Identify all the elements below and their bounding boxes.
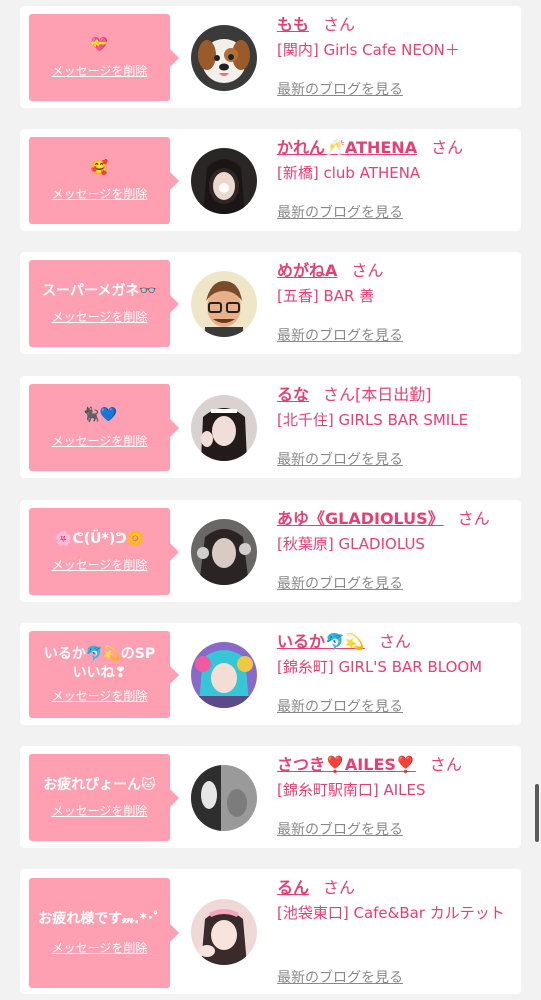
message-bubble: お疲れぴょーん🐱 メッセージを削除 (29, 754, 179, 841)
message-text: スーパーメガネ👓 (42, 283, 157, 299)
colorful-hair-photo-avatar[interactable] (191, 642, 257, 708)
shop-name: [北千住] GIRLS BAR SMILE (277, 411, 469, 429)
favorite-card: お疲れぴょーん🐱 メッセージを削除 さつき❣️AILES❣️ さん [錦糸町駅南口… (20, 746, 521, 848)
cast-name-link[interactable]: るな (277, 385, 309, 404)
honorific: さん (323, 878, 356, 897)
latest-blog-link[interactable]: 最新のブログを見る (277, 967, 403, 987)
latest-blog-link[interactable]: 最新のブログを見る (277, 79, 403, 99)
message-text: 🥰 (90, 160, 109, 176)
favorite-card: お疲れ様です𝓂.*･ﾟ メッセージを削除 るん さん [池袋東口] Cafe&Ba… (20, 869, 521, 994)
message-bubble: お疲れ様です𝓂.*･ﾟ メッセージを削除 (29, 878, 179, 988)
message-text: 💝 (90, 37, 109, 53)
dog-emoji-avatar[interactable] (191, 25, 257, 91)
monochrome-photo-avatar[interactable] (191, 765, 257, 831)
cast-name-link[interactable]: あゆ《GLADIOLUS》 (277, 509, 444, 528)
message-text: いるか🐬💫のSP いいね❣ (43, 646, 156, 681)
delete-message-link[interactable]: メッセージを削除 (52, 432, 148, 449)
favorite-card: いるか🐬💫のSP いいね❣ メッセージを削除 いるか🐬💫 さん [錦糸町] GIR… (20, 623, 521, 725)
honorific: さん (323, 15, 356, 34)
honorific: さん (351, 261, 384, 280)
favorite-card: 🥰 メッセージを削除 かれん🥂ATHENA さん [新橋] club ATHENA… (20, 129, 521, 231)
shop-name: [五香] BAR 善 (277, 287, 375, 305)
scrollbar[interactable] (535, 784, 539, 842)
favorite-list: 💝 メッセージを削除 もも さん [関内] Girls Cafe NEON＋ 最新… (0, 0, 541, 1000)
girl-photo-avatar[interactable] (191, 148, 257, 214)
shop-name: [関内] Girls Cafe NEON＋ (277, 41, 460, 59)
message-text: お疲れぴょーん🐱 (43, 777, 156, 793)
shop-name: [錦糸町] GIRL'S BAR BLOOM (277, 658, 483, 676)
cast-name-link[interactable]: かれん🥂ATHENA (277, 138, 417, 157)
delete-message-link[interactable]: メッセージを削除 (52, 687, 148, 704)
latest-blog-link[interactable]: 最新のブログを見る (277, 449, 403, 469)
girl-photo-avatar[interactable] (191, 519, 257, 585)
shop-name: [新橋] club ATHENA (277, 164, 421, 182)
shop-name: [秋葉原] GLADIOLUS (277, 535, 425, 553)
message-bubble: スーパーメガネ👓 メッセージを削除 (29, 260, 179, 347)
honorific: さん (431, 138, 464, 157)
shop-name: [池袋東口] Cafe&Bar カルテット (277, 904, 505, 922)
latest-blog-link[interactable]: 最新のブログを見る (277, 202, 403, 222)
message-bubble: 🌸ᕦ(Ü*)ᕤ🌼 メッセージを削除 (29, 508, 179, 595)
message-bubble: 🐈‍⬛💙 メッセージを削除 (29, 384, 179, 471)
delete-message-link[interactable]: メッセージを削除 (52, 185, 148, 202)
cast-name-link[interactable]: めがねA (277, 261, 337, 280)
delete-message-link[interactable]: メッセージを削除 (52, 62, 148, 79)
delete-message-link[interactable]: メッセージを削除 (52, 556, 148, 573)
latest-blog-link[interactable]: 最新のブログを見る (277, 819, 403, 839)
message-bubble: 💝 メッセージを削除 (29, 14, 179, 101)
favorite-card: 🌸ᕦ(Ü*)ᕤ🌼 メッセージを削除 あゆ《GLADIOLUS》 さん [秋葉原] … (20, 500, 521, 602)
favorite-card: 💝 メッセージを削除 もも さん [関内] Girls Cafe NEON＋ 最新… (20, 6, 521, 108)
delete-message-link[interactable]: メッセージを削除 (52, 308, 148, 325)
message-text: お疲れ様です𝓂.*･ﾟ (38, 911, 161, 927)
cast-name-link[interactable]: さつき❣️AILES❣️ (277, 755, 416, 774)
honorific: さん (457, 509, 490, 528)
honorific: さん (429, 755, 462, 774)
latest-blog-link[interactable]: 最新のブログを見る (277, 325, 403, 345)
favorite-card: スーパーメガネ👓 メッセージを削除 めがねA さん [五香] BAR 善 最新のブ… (20, 252, 521, 354)
cast-name-link[interactable]: るん (277, 878, 309, 897)
delete-message-link[interactable]: メッセージを削除 (52, 939, 148, 956)
message-bubble: いるか🐬💫のSP いいね❣ メッセージを削除 (29, 631, 179, 718)
girl-photo-avatar[interactable] (191, 899, 257, 965)
honorific: さん (323, 385, 356, 404)
shop-name: [錦糸町駅南口] AILES (277, 781, 426, 799)
delete-message-link[interactable]: メッセージを削除 (52, 802, 148, 819)
cast-name-link[interactable]: いるか🐬💫 (277, 632, 365, 651)
message-text: 🌸ᕦ(Ü*)ᕤ🌼 (54, 531, 145, 547)
favorite-card: 🐈‍⬛💙 メッセージを削除 るな さん[本日出勤] [北千住] GIRLS BAR… (20, 376, 521, 478)
girl-photo-avatar[interactable] (191, 395, 257, 461)
latest-blog-link[interactable]: 最新のブログを見る (277, 696, 403, 716)
message-text: 🐈‍⬛💙 (82, 407, 117, 423)
status-note: [本日出勤] (355, 385, 432, 404)
latest-blog-link[interactable]: 最新のブログを見る (277, 573, 403, 593)
honorific: さん (378, 632, 411, 651)
glasses-illustration-avatar[interactable] (191, 271, 257, 337)
cast-name-link[interactable]: もも (277, 15, 309, 34)
message-bubble: 🥰 メッセージを削除 (29, 137, 179, 224)
